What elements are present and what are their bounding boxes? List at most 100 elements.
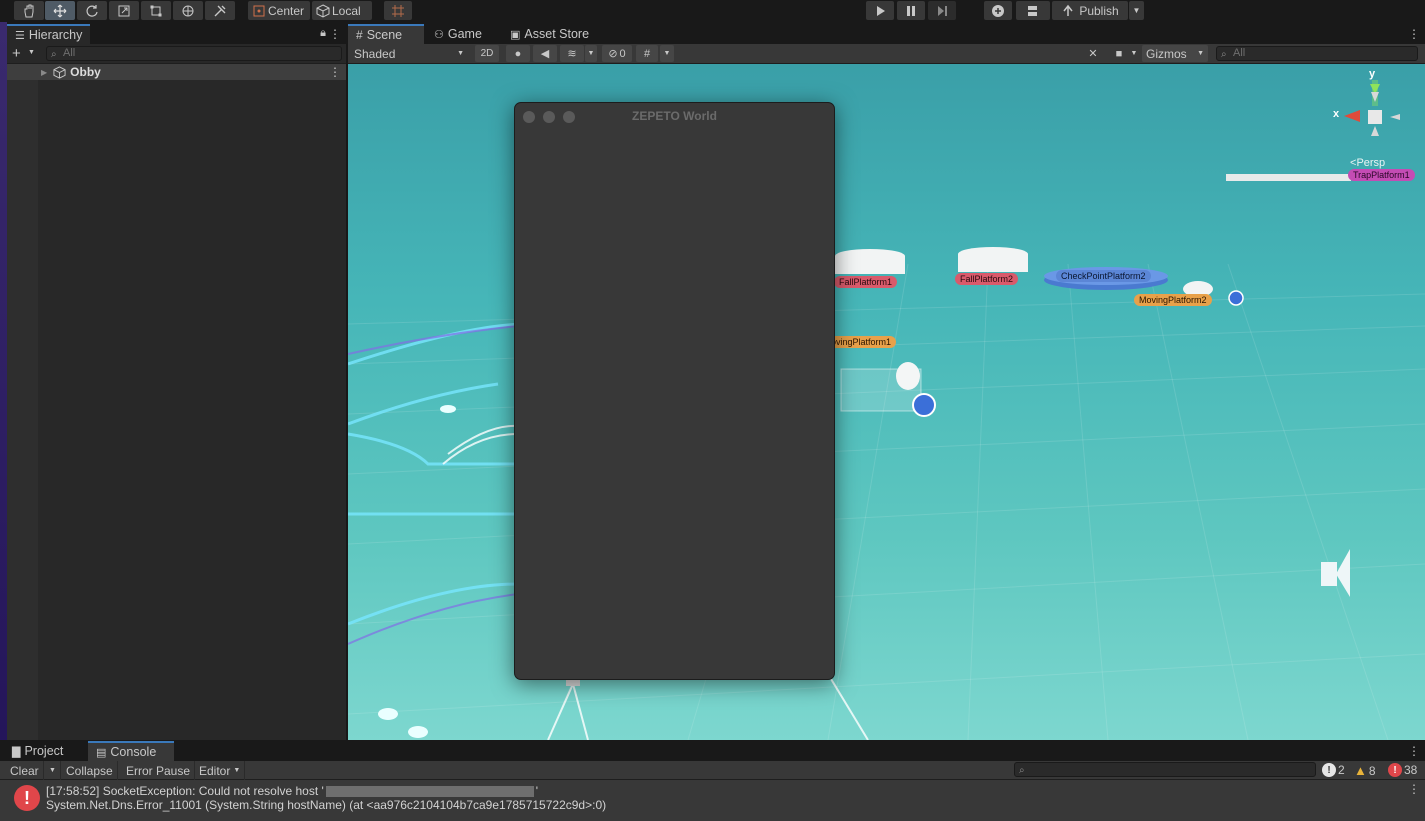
- window-edge-strip: [0, 22, 7, 740]
- tab-game[interactable]: ⚇ Game: [426, 24, 490, 44]
- rotate-tool-button[interactable]: [77, 1, 107, 20]
- play-button[interactable]: [866, 1, 894, 20]
- pivot-mode-button[interactable]: Center: [248, 1, 310, 20]
- scene-tools-button[interactable]: ✕: [1083, 45, 1103, 62]
- rect-tool-button[interactable]: [141, 1, 171, 20]
- add-dropdown-icon[interactable]: ▼: [28, 49, 35, 56]
- move-tool-button[interactable]: [45, 1, 75, 20]
- collab-button[interactable]: [1016, 1, 1050, 20]
- scene-menu-icon[interactable]: ⋮: [1408, 27, 1420, 41]
- clear-dropdown[interactable]: ▼: [45, 761, 61, 780]
- expand-arrow-icon[interactable]: ▶: [41, 68, 47, 77]
- gizmos-label: Gizmos: [1146, 46, 1187, 61]
- label-moving-platform-1[interactable]: ovingPlatform1: [826, 336, 897, 348]
- step-icon: [938, 5, 947, 16]
- console-search-input[interactable]: ⌕: [1014, 762, 1316, 777]
- collapse-label: Collapse: [66, 763, 113, 778]
- move-arrows-icon: [53, 4, 67, 17]
- shading-mode-dropdown[interactable]: Shaded ▼: [350, 45, 468, 62]
- label-checkpoint-platform-2[interactable]: CheckPointPlatform2: [1056, 270, 1151, 282]
- camera-button[interactable]: ■: [1108, 45, 1130, 62]
- toggle-2d-button[interactable]: 2D: [475, 45, 499, 62]
- persp-toggle[interactable]: <Persp: [1350, 157, 1385, 169]
- tab-game-label: Game: [447, 27, 482, 41]
- tab-asset-store-label: Asset Store: [524, 27, 590, 41]
- tab-asset-store[interactable]: ▣ Asset Store: [502, 24, 597, 44]
- error-count-toggle[interactable]: ! 38: [1388, 763, 1417, 777]
- tools-icon: [214, 5, 226, 16]
- gizmos-dropdown[interactable]: Gizmos ▼: [1142, 45, 1208, 62]
- tab-console[interactable]: ▤ Console: [88, 741, 174, 761]
- scene-viewport[interactable]: FallPlatform1 FallPlatform2 CheckPointPl…: [348, 64, 1425, 740]
- hierarchy-item-obby[interactable]: ▶ Obby ⋮: [7, 64, 346, 80]
- scene-search-placeholder: All: [1233, 47, 1246, 59]
- publish-dropdown[interactable]: ▼: [1129, 1, 1144, 20]
- label-moving-platform-2[interactable]: MovingPlatform2: [1134, 294, 1212, 306]
- console-log: ! [17:58:52] SocketException: Could not …: [0, 780, 1425, 821]
- grid-toggle[interactable]: #: [636, 45, 658, 62]
- grid-dropdown[interactable]: ▼: [660, 45, 674, 62]
- tab-scene[interactable]: # Scene: [348, 24, 424, 44]
- editor-dropdown[interactable]: Editor ▼: [195, 761, 246, 780]
- grid-snap-button[interactable]: [384, 1, 412, 20]
- custom-tool-button[interactable]: [205, 1, 235, 20]
- label-trap-platform-1[interactable]: TrapPlatform1: [1348, 169, 1415, 181]
- search-icon: ⌕: [1019, 765, 1025, 776]
- chevron-down-icon: ▼: [457, 50, 464, 57]
- account-button[interactable]: [984, 1, 1012, 20]
- add-icon[interactable]: +: [12, 45, 21, 62]
- hand-icon: [24, 4, 34, 17]
- console-menu-icon[interactable]: ⋮: [1408, 744, 1420, 758]
- warning-count-toggle[interactable]: ▲ 8: [1354, 763, 1376, 778]
- collapse-toggle[interactable]: Collapse: [62, 761, 118, 780]
- tab-project[interactable]: ▇ Project: [4, 741, 71, 761]
- zepeto-world-window[interactable]: ZEPETO World: [514, 102, 835, 680]
- publish-button[interactable]: Publish: [1052, 1, 1128, 20]
- log-line-1-prefix: [17:58:52] SocketException: Could not re…: [46, 784, 324, 798]
- label-fall-platform-1[interactable]: FallPlatform1: [834, 276, 898, 288]
- hierarchy-menu-icon[interactable]: ⋮: [329, 27, 341, 41]
- item-menu-icon[interactable]: ⋮: [329, 65, 341, 79]
- info-count: 2: [1338, 763, 1345, 777]
- bottom-tabbar: ▇ Project ▤ Console ⋮: [0, 741, 1425, 761]
- search-icon: ⌕: [1221, 49, 1227, 60]
- transform-tool-button[interactable]: [173, 1, 203, 20]
- label-fall-platform-2[interactable]: FallPlatform2: [955, 273, 1019, 285]
- gamepad-icon: ⚇: [434, 28, 444, 41]
- unity-scene-icon: [53, 65, 66, 79]
- hand-tool-button[interactable]: [14, 1, 44, 20]
- main-toolbar: Center Local Publish ▼: [0, 0, 1425, 22]
- log-entry[interactable]: ! [17:58:52] SocketException: Could not …: [0, 780, 1425, 821]
- gizmo-axis-y[interactable]: y: [1369, 68, 1375, 80]
- step-button[interactable]: [928, 1, 956, 20]
- shopping-bag-icon: ▣: [510, 28, 521, 41]
- redacted-host: [325, 786, 534, 798]
- effects-toggle[interactable]: ≋: [560, 45, 584, 62]
- effects-dropdown[interactable]: ▼: [585, 45, 597, 62]
- pivot-space-button[interactable]: Local: [312, 1, 372, 20]
- scale-tool-button[interactable]: [109, 1, 139, 20]
- lock-icon[interactable]: 🔒︎: [320, 27, 326, 40]
- local-cube-icon: [316, 3, 330, 18]
- error-count: 38: [1404, 763, 1418, 777]
- scene-search-input[interactable]: ⌕ All: [1216, 46, 1418, 61]
- log-line-1-suffix: ': [535, 784, 539, 798]
- audio-toggle[interactable]: ◀︎: [533, 45, 557, 62]
- pause-button[interactable]: [897, 1, 925, 20]
- tools-icon: ✕: [1088, 48, 1098, 60]
- hierarchy-search-input[interactable]: ⌕ All: [46, 46, 342, 61]
- log-entry-menu-icon[interactable]: ⋮: [1408, 782, 1420, 796]
- publish-label: Publish: [1079, 3, 1119, 18]
- camera-dropdown[interactable]: ▼: [1128, 45, 1140, 62]
- error-pause-toggle[interactable]: Error Pause: [122, 761, 196, 780]
- info-count-toggle[interactable]: ! 2: [1322, 763, 1345, 777]
- gizmo-axis-x[interactable]: x: [1333, 108, 1339, 120]
- tab-project-label: Project: [24, 744, 64, 758]
- persp-label: Persp: [1356, 157, 1386, 169]
- clear-button[interactable]: Clear: [6, 761, 44, 780]
- hierarchy-tabbar: ☰ Hierarchy 🔒︎ ⋮: [7, 24, 346, 44]
- lighting-toggle[interactable]: ●: [506, 45, 530, 62]
- hidden-objects-toggle[interactable]: ⊘ 0: [602, 45, 632, 62]
- tab-hierarchy[interactable]: ☰ Hierarchy: [7, 24, 91, 44]
- hierarchy-tree: ▶ Obby ⋮: [7, 64, 346, 740]
